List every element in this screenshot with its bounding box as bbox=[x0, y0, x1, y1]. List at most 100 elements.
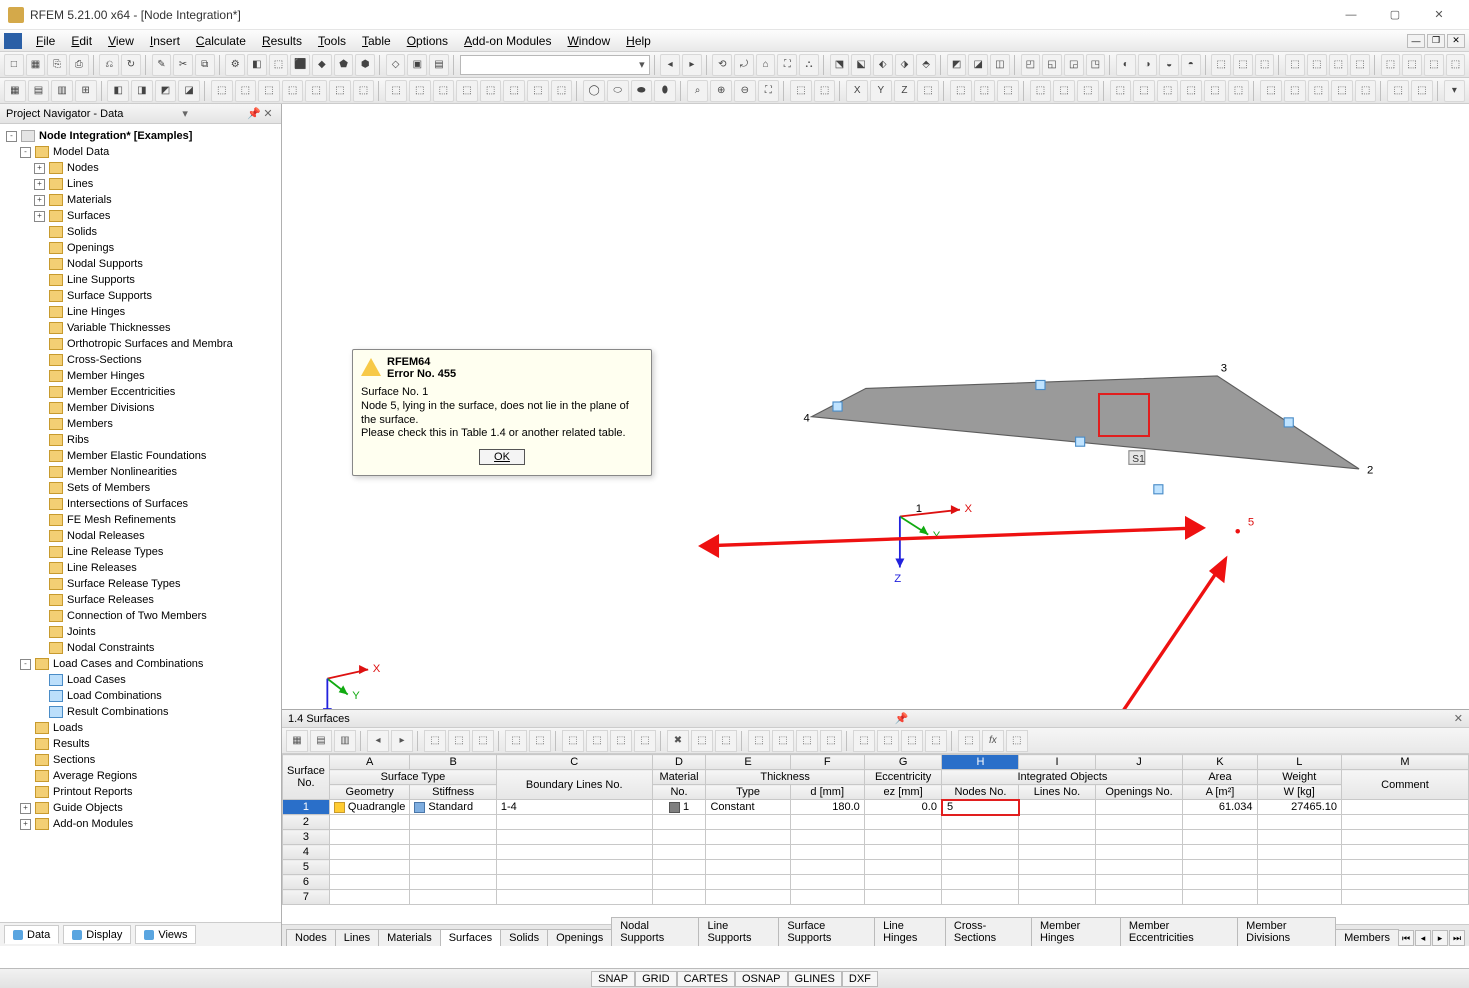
cell[interactable] bbox=[1342, 830, 1469, 845]
toolbar-button[interactable]: ◨ bbox=[131, 80, 153, 102]
toolbar-button[interactable]: ⬚ bbox=[1077, 80, 1099, 102]
toolbar-button[interactable]: ▦ bbox=[4, 80, 26, 102]
toolbar-combo[interactable] bbox=[460, 55, 650, 75]
cell[interactable] bbox=[329, 890, 410, 905]
toolbar-button[interactable]: ⎘ bbox=[47, 54, 67, 76]
tree-item-sets-of-members[interactable]: Sets of Members bbox=[0, 480, 281, 496]
tree-item-load-cases-and-combinations[interactable]: -Load Cases and Combinations bbox=[0, 656, 281, 672]
cell[interactable] bbox=[1257, 890, 1341, 905]
cell[interactable] bbox=[1019, 815, 1095, 830]
navigator-tab-display[interactable]: Display bbox=[63, 925, 131, 944]
toolbar-button[interactable]: ⎙ bbox=[69, 54, 89, 76]
col-letter-C[interactable]: C bbox=[496, 755, 652, 770]
status-dxf[interactable]: DXF bbox=[842, 971, 878, 987]
tree-item-orthotropic-surfaces-and-membra[interactable]: Orthotropic Surfaces and Membra bbox=[0, 336, 281, 352]
table-toolbar-button[interactable]: ⬚ bbox=[586, 730, 608, 752]
toolbar-button[interactable]: ▥ bbox=[51, 80, 73, 102]
toolbar-button[interactable]: ◑ bbox=[1138, 54, 1158, 76]
cell[interactable] bbox=[1257, 815, 1341, 830]
table-toolbar-button[interactable]: ⬚ bbox=[529, 730, 551, 752]
toolbar-button[interactable]: ◧ bbox=[107, 80, 129, 102]
toolbar-button[interactable]: ⬚ bbox=[1233, 54, 1253, 76]
tree-item-fe-mesh-refinements[interactable]: FE Mesh Refinements bbox=[0, 512, 281, 528]
cell[interactable] bbox=[410, 875, 496, 890]
table-tab-member-eccentricities[interactable]: Member Eccentricities bbox=[1120, 917, 1238, 946]
cell[interactable] bbox=[864, 890, 942, 905]
toolbar-button[interactable]: ✂ bbox=[173, 54, 193, 76]
cell[interactable] bbox=[1095, 815, 1183, 830]
toolbar-button[interactable]: ⬚ bbox=[527, 80, 549, 102]
tree-item-nodal-supports[interactable]: Nodal Supports bbox=[0, 256, 281, 272]
cell[interactable]: 180.0 bbox=[790, 800, 864, 815]
col-letter-E[interactable]: E bbox=[706, 755, 790, 770]
table-row[interactable]: 1QuadrangleStandard1-41Constant180.00.05… bbox=[283, 800, 1469, 815]
toolbar-button[interactable]: ⬚ bbox=[305, 80, 327, 102]
table-tab-solids[interactable]: Solids bbox=[500, 929, 548, 946]
tree-item-members[interactable]: Members bbox=[0, 416, 281, 432]
toolbar-button[interactable]: ◇ bbox=[386, 54, 406, 76]
menu-view[interactable]: View bbox=[100, 32, 142, 50]
cell[interactable] bbox=[329, 815, 410, 830]
col-letter-F[interactable]: F bbox=[790, 755, 864, 770]
cell[interactable] bbox=[496, 875, 652, 890]
toolbar-button[interactable]: ⬚ bbox=[1350, 54, 1370, 76]
tree-item-line-supports[interactable]: Line Supports bbox=[0, 272, 281, 288]
tree-item-nodal-constraints[interactable]: Nodal Constraints bbox=[0, 640, 281, 656]
menu-tools[interactable]: Tools bbox=[310, 32, 354, 50]
cell[interactable]: 0.0 bbox=[864, 800, 942, 815]
cell[interactable] bbox=[1257, 845, 1341, 860]
toolbar-button[interactable]: ⬚ bbox=[235, 80, 257, 102]
navigator-pin-icon[interactable]: 📌 bbox=[247, 107, 261, 120]
tree-item-nodes[interactable]: +Nodes bbox=[0, 160, 281, 176]
menu-help[interactable]: Help bbox=[618, 32, 659, 50]
cell[interactable] bbox=[864, 830, 942, 845]
table-tab-lines[interactable]: Lines bbox=[335, 929, 379, 946]
toolbar-button[interactable]: ⌂ bbox=[756, 54, 776, 76]
cell[interactable] bbox=[1095, 890, 1183, 905]
toolbar-button[interactable]: ⛶ bbox=[777, 54, 797, 76]
toolbar-button[interactable]: Z bbox=[894, 80, 916, 102]
cell[interactable] bbox=[652, 830, 706, 845]
table-toolbar-button[interactable]: ⬚ bbox=[853, 730, 875, 752]
table-toolbar-button[interactable]: ⬚ bbox=[634, 730, 656, 752]
toolbar-button[interactable]: ⬚ bbox=[385, 80, 407, 102]
toolbar-button[interactable]: ⬬ bbox=[631, 80, 653, 102]
toolbar-button[interactable]: ⬚ bbox=[790, 80, 812, 102]
cell[interactable] bbox=[1183, 875, 1257, 890]
table-toolbar-button[interactable]: ▥ bbox=[334, 730, 356, 752]
table-toolbar-button[interactable]: ⬚ bbox=[505, 730, 527, 752]
table-toolbar-button[interactable]: ⬚ bbox=[958, 730, 980, 752]
toolbar-button[interactable]: ⬚ bbox=[1355, 80, 1377, 102]
window-close-button[interactable]: ✕ bbox=[1417, 1, 1461, 29]
cell[interactable] bbox=[1257, 860, 1341, 875]
table-tab-surface-supports[interactable]: Surface Supports bbox=[778, 917, 875, 946]
cell[interactable]: 27465.10 bbox=[1257, 800, 1341, 815]
toolbar-button[interactable]: ◲ bbox=[1064, 54, 1084, 76]
toolbar-button[interactable]: ▸ bbox=[682, 54, 702, 76]
cell[interactable]: Standard bbox=[410, 800, 496, 815]
cell[interactable] bbox=[496, 890, 652, 905]
tree-item-variable-thicknesses[interactable]: Variable Thicknesses bbox=[0, 320, 281, 336]
tree-item-member-divisions[interactable]: Member Divisions bbox=[0, 400, 281, 416]
tree-item-openings[interactable]: Openings bbox=[0, 240, 281, 256]
table-toolbar-button[interactable]: ▦ bbox=[286, 730, 308, 752]
cell[interactable] bbox=[1019, 800, 1095, 815]
toolbar-button[interactable]: ⬚ bbox=[974, 80, 996, 102]
menu-window[interactable]: Window bbox=[559, 32, 618, 50]
toolbar-button[interactable]: ⬚ bbox=[1424, 54, 1444, 76]
table-toolbar-button[interactable]: ⬚ bbox=[772, 730, 794, 752]
table-row[interactable]: 6 bbox=[283, 875, 1469, 890]
toolbar-button[interactable]: ◫ bbox=[990, 54, 1010, 76]
table-tab-member-divisions[interactable]: Member Divisions bbox=[1237, 917, 1336, 946]
table-tab-members[interactable]: Members bbox=[1335, 929, 1399, 946]
cell[interactable] bbox=[410, 890, 496, 905]
toolbar-button[interactable]: ⬚ bbox=[1211, 54, 1231, 76]
cell[interactable] bbox=[496, 845, 652, 860]
toolbar-button[interactable]: ◱ bbox=[1042, 54, 1062, 76]
cell[interactable] bbox=[1183, 815, 1257, 830]
toolbar-button[interactable]: ⬔ bbox=[830, 54, 850, 76]
table-toolbar-button[interactable]: ⬚ bbox=[610, 730, 632, 752]
cell[interactable] bbox=[410, 860, 496, 875]
toolbar-button[interactable]: ⬚ bbox=[1284, 80, 1306, 102]
menu-edit[interactable]: Edit bbox=[63, 32, 100, 50]
